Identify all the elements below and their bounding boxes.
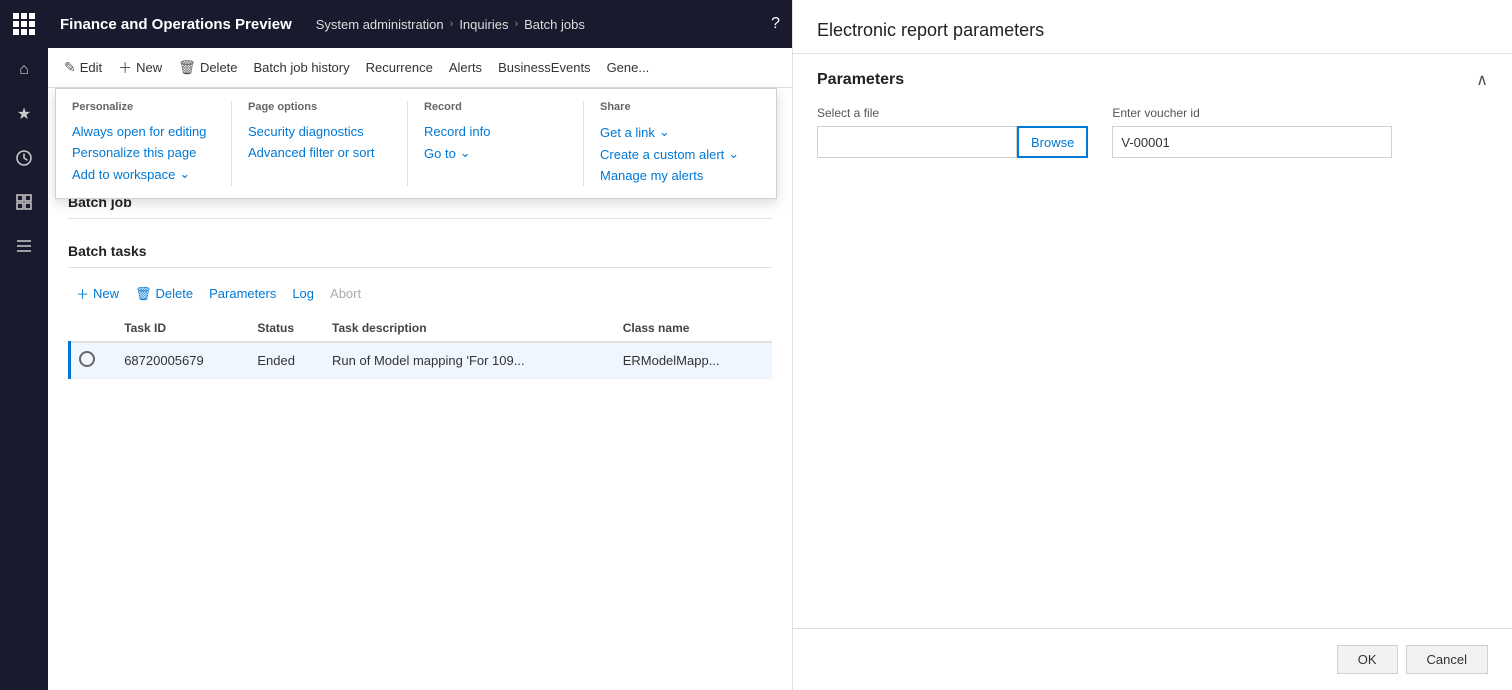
select-file-label: Select a file [817, 106, 1088, 120]
col-task-id[interactable]: Task ID [116, 315, 249, 342]
cell-task-description: Run of Model mapping 'For 109... [324, 342, 615, 379]
edit-icon: ✎ [64, 59, 76, 76]
breadcrumb-item-2[interactable]: Inquiries [459, 17, 508, 32]
breadcrumb-item-1[interactable]: System administration [316, 17, 444, 32]
select-file-group: Select a file Browse [817, 106, 1088, 158]
waffle-icon [13, 13, 35, 35]
get-link-arrow-icon: ⌄ [659, 124, 670, 140]
right-panel-title: Electronic report parameters [817, 20, 1488, 41]
app-title: Finance and Operations Preview [60, 16, 292, 33]
dropdown-create-custom-alert[interactable]: Create a custom alert ⌄ [600, 143, 744, 165]
breadcrumb: System administration › Inquiries › Batc… [316, 17, 585, 32]
sidebar-modules-icon[interactable] [0, 224, 48, 268]
help-icon[interactable]: ? [771, 15, 780, 33]
tasks-toolbar: ＋ New 🗑 Delete Parameters Log Abort [68, 280, 772, 307]
ok-button[interactable]: OK [1337, 645, 1398, 674]
tasks-new-button[interactable]: ＋ New [68, 280, 127, 307]
dropdown-record-section: Record Record info Go to ⌄ [424, 101, 584, 186]
recurrence-button[interactable]: Recurrence [358, 56, 441, 79]
col-class-name[interactable]: Class name [615, 315, 772, 342]
voucher-id-label: Enter voucher id [1112, 106, 1392, 120]
panel-footer: OK Cancel [793, 628, 1512, 690]
tasks-log-button[interactable]: Log [284, 282, 322, 305]
delete-button[interactable]: 🗑 Delete [170, 55, 245, 80]
breadcrumb-sep-1: › [450, 18, 454, 30]
go-to-arrow-icon: ⌄ [460, 145, 471, 161]
dropdown-personalize-section: Personalize Always open for editing Pers… [72, 101, 232, 186]
form-row: Select a file Browse Enter voucher id [817, 106, 1488, 158]
sidebar-recent-icon[interactable] [0, 136, 48, 180]
new-button[interactable]: ＋ New [110, 54, 170, 82]
col-task-description[interactable]: Task description [324, 315, 615, 342]
sidebar-workspaces-icon[interactable] [0, 180, 48, 224]
col-status[interactable]: Status [249, 315, 324, 342]
edit-button[interactable]: ✎ Edit [56, 55, 110, 80]
cell-status: Ended [249, 342, 324, 379]
sidebar-favorites-icon[interactable]: ★ [0, 92, 48, 136]
generate-button[interactable]: Gene... [599, 56, 658, 79]
dropdown-go-to[interactable]: Go to ⌄ [424, 142, 567, 164]
browse-button[interactable]: Browse [1017, 126, 1088, 158]
dropdown-personalize-title: Personalize [72, 101, 215, 113]
panel-section-parameters: Parameters ∧ Select a file Browse Enter … [793, 54, 1512, 174]
dropdown-personalize-page[interactable]: Personalize this page [72, 142, 215, 163]
dropdown-share-title: Share [600, 101, 744, 113]
dropdown-record-info[interactable]: Record info [424, 121, 567, 142]
dropdown-page-options-section: Page options Security diagnostics Advanc… [248, 101, 408, 186]
delete-icon: 🗑 [178, 59, 196, 76]
breadcrumb-sep-2: › [514, 18, 518, 30]
sidebar-home-icon[interactable]: ⌂ [0, 48, 48, 92]
main-area: Finance and Operations Preview System ad… [48, 0, 792, 690]
panel-section-title: Parameters [817, 71, 904, 89]
dropdown-get-link[interactable]: Get a link ⌄ [600, 121, 744, 143]
batch-tasks-section-header: Batch tasks [68, 235, 772, 268]
tasks-new-icon: ＋ [76, 284, 89, 303]
tasks-table: Task ID Status Task description Class na… [68, 315, 772, 379]
topnav: Finance and Operations Preview System ad… [48, 0, 792, 48]
panel-section-header: Parameters ∧ [817, 70, 1488, 90]
new-icon: ＋ [118, 58, 132, 78]
right-panel-header: Electronic report parameters [793, 0, 1512, 54]
cancel-button[interactable]: Cancel [1406, 645, 1488, 674]
voucher-id-group: Enter voucher id [1112, 106, 1392, 158]
add-to-workspace-arrow-icon: ⌄ [179, 166, 190, 182]
sidebar: ⌂ ★ [0, 0, 48, 690]
dropdown-add-to-workspace[interactable]: Add to workspace ⌄ [72, 163, 215, 185]
tasks-parameters-button[interactable]: Parameters [201, 282, 284, 305]
alerts-button[interactable]: Alerts [441, 56, 490, 79]
right-panel: Electronic report parameters Parameters … [792, 0, 1512, 690]
dropdown-advanced-filter[interactable]: Advanced filter or sort [248, 142, 391, 163]
dropdown-security-diagnostics[interactable]: Security diagnostics [248, 121, 391, 142]
row-radio-button[interactable] [79, 351, 95, 367]
waffle-button[interactable] [0, 0, 48, 48]
dropdown-share-section: Share Get a link ⌄ Create a custom alert… [600, 101, 760, 186]
voucher-id-input[interactable] [1112, 126, 1392, 158]
dropdown-page-options-title: Page options [248, 101, 391, 113]
cell-task-id: 68720005679 [116, 342, 249, 379]
row-select-cell[interactable] [70, 342, 117, 379]
dropdown-manage-alerts[interactable]: Manage my alerts [600, 165, 744, 186]
tasks-delete-button[interactable]: 🗑 Delete [127, 282, 201, 306]
toolbar: ✎ Edit ＋ New 🗑 Delete Batch job history … [48, 48, 792, 88]
dropdown-always-open-editing[interactable]: Always open for editing [72, 121, 215, 142]
batch-job-history-button[interactable]: Batch job history [246, 56, 358, 79]
dropdown-record-title: Record [424, 101, 567, 113]
select-file-input[interactable] [817, 126, 1017, 158]
tasks-abort-button[interactable]: Abort [322, 282, 369, 305]
tasks-delete-icon: 🗑 [135, 286, 152, 302]
select-file-input-row: Browse [817, 126, 1088, 158]
cell-class-name: ERModelMapp... [615, 342, 772, 379]
breadcrumb-item-3[interactable]: Batch jobs [524, 17, 585, 32]
dropdown-menu: Personalize Always open for editing Pers… [55, 88, 777, 199]
create-alert-arrow-icon: ⌄ [728, 146, 739, 162]
panel-section-collapse-icon[interactable]: ∧ [1476, 70, 1488, 90]
col-select [70, 315, 117, 342]
business-events-button[interactable]: BusinessEvents [490, 56, 599, 79]
table-row[interactable]: 68720005679 Ended Run of Model mapping '… [70, 342, 773, 379]
